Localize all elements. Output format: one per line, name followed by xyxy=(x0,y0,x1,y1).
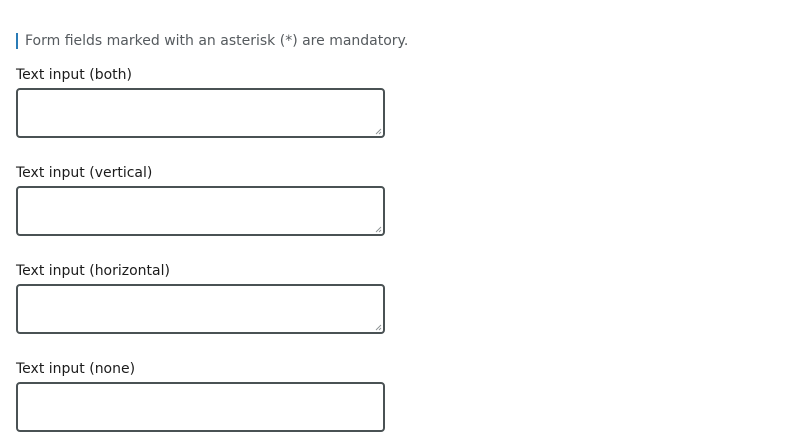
text-input-horizontal[interactable] xyxy=(18,286,383,332)
text-input-vertical[interactable] xyxy=(18,188,383,234)
notice-text: Form fields marked with an asterisk (*) … xyxy=(25,33,409,49)
notice-accent-bar xyxy=(16,33,18,49)
field-label-vertical: Text input (vertical) xyxy=(16,165,153,181)
mandatory-fields-notice: Form fields marked with an asterisk (*) … xyxy=(16,32,800,50)
text-input-none[interactable] xyxy=(18,384,383,430)
textarea-frame-both xyxy=(16,88,385,138)
field-both: Text input (both) xyxy=(16,66,800,138)
form-page: Form fields marked with an asterisk (*) … xyxy=(0,0,800,440)
field-label-both: Text input (both) xyxy=(16,67,132,83)
text-input-both[interactable] xyxy=(18,90,383,136)
field-horizontal: Text input (horizontal) xyxy=(16,262,800,334)
field-vertical: Text input (vertical) xyxy=(16,164,800,236)
field-none: Text input (none) xyxy=(16,360,800,432)
textarea-frame-vertical xyxy=(16,186,385,236)
textarea-frame-horizontal xyxy=(16,284,385,334)
field-label-horizontal: Text input (horizontal) xyxy=(16,263,170,279)
textarea-frame-none xyxy=(16,382,385,432)
field-label-none: Text input (none) xyxy=(16,361,136,377)
